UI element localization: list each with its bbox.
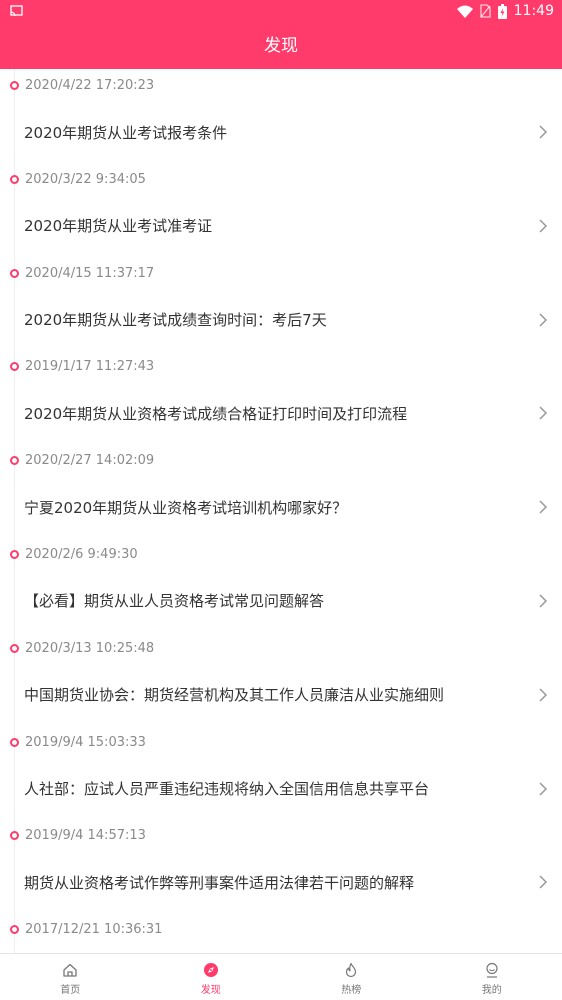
timeline-dot [10, 175, 19, 184]
timeline-dot [10, 456, 19, 465]
entry-date: 2020/2/27 14:02:09 [25, 453, 154, 468]
article-title: 人社部：应试人员严重违纪违规将纳入全国信用信息共享平台 [24, 778, 538, 799]
timeline-dot [10, 81, 19, 90]
article-row[interactable]: 期货从业资格考试作弊等刑事案件适用法律若干问题的解释 [14, 855, 562, 909]
cast-icon [10, 5, 23, 17]
timeline-dot [10, 644, 19, 653]
entry-date: 2020/2/6 9:49:30 [25, 547, 138, 562]
article-title: 2020年期货从业考试报考条件 [24, 122, 538, 143]
timeline-entry: 2020/4/15 11:37:17 2020年期货从业考试成绩查询时间：考后7天 [0, 257, 562, 351]
tab-label: 热榜 [341, 981, 361, 996]
compass-icon [203, 962, 219, 978]
article-row[interactable]: 【必看】期货从业人员资格考试常见问题解答 [14, 574, 562, 628]
tab-home[interactable]: 首页 [0, 954, 141, 1000]
article-title: 2020年期货从业考试准考证 [24, 215, 538, 236]
entry-date: 2020/4/22 17:20:23 [25, 78, 154, 93]
entry-date: 2020/4/15 11:37:17 [25, 266, 154, 281]
article-row[interactable]: 2020年期货从业考试报考条件 [14, 105, 562, 159]
article-row[interactable]: 宁夏2020年期货从业资格考试培训机构哪家好？ [14, 480, 562, 534]
entry-date: 2020/3/13 10:25:48 [25, 641, 154, 656]
timeline-dot [10, 831, 19, 840]
timeline-entry: 2020/3/22 9:34:05 2020年期货从业考试准考证 [0, 163, 562, 257]
article-row[interactable]: 2020年期货从业资格考试成绩合格证打印时间及打印流程 [14, 386, 562, 440]
tab-label: 发现 [201, 981, 221, 996]
timeline-entry: 2020/2/27 14:02:09 宁夏2020年期货从业资格考试培训机构哪家好… [0, 444, 562, 538]
article-title: 中国期货业协会：期货经营机构及其工作人员廉洁从业实施细则 [24, 684, 538, 705]
timeline-entry: 2019/9/4 14:57:13 期货从业资格考试作弊等刑事案件适用法律若干问题… [0, 819, 562, 913]
battery-charging-icon [498, 4, 507, 19]
tab-label: 我的 [482, 981, 502, 996]
article-row[interactable]: 人社部：应试人员严重违纪违规将纳入全国信用信息共享平台 [14, 762, 562, 816]
home-icon [62, 962, 78, 978]
article-title: 宁夏2020年期货从业资格考试培训机构哪家好？ [24, 497, 538, 518]
chevron-right-icon [538, 312, 548, 328]
article-title: 期货从业资格考试作弊等刑事案件适用法律若干问题的解释 [24, 872, 538, 893]
timeline-dot [10, 362, 19, 371]
timeline-list[interactable]: 2020/4/22 17:20:23 2020年期货从业考试报考条件 2020/3/… [0, 69, 562, 953]
article-row[interactable]: 2020年期货从业考试准考证 [14, 199, 562, 253]
timeline-entry: 2017/12/21 10:36:31 [0, 913, 562, 953]
timeline-dot [10, 269, 19, 278]
no-sim-icon [480, 4, 491, 18]
article-title: 2020年期货从业资格考试成绩合格证打印时间及打印流程 [24, 403, 538, 424]
entry-date: 2020/3/22 9:34:05 [25, 172, 146, 187]
chevron-right-icon [538, 405, 548, 421]
timeline-entry: 2020/2/6 9:49:30 【必看】期货从业人员资格考试常见问题解答 [0, 538, 562, 632]
chevron-right-icon [538, 593, 548, 609]
timeline-dot [10, 925, 19, 934]
article-title: 【必看】期货从业人员资格考试常见问题解答 [24, 590, 538, 611]
entry-date: 2019/1/17 11:27:43 [25, 359, 154, 374]
article-row[interactable]: 中国期货业协会：期货经营机构及其工作人员廉洁从业实施细则 [14, 668, 562, 722]
flame-icon [343, 962, 359, 978]
tab-label: 首页 [60, 981, 80, 996]
timeline-entry: 2020/4/22 17:20:23 2020年期货从业考试报考条件 [0, 69, 562, 163]
page-title: 发现 [0, 24, 562, 69]
wifi-icon [457, 5, 473, 18]
tab-hot[interactable]: 热榜 [281, 954, 422, 1000]
timeline-entry: 2019/1/17 11:27:43 2020年期货从业资格考试成绩合格证打印时间… [0, 350, 562, 444]
chevron-right-icon [538, 218, 548, 234]
chevron-right-icon [538, 499, 548, 515]
timeline-entry: 2019/9/4 15:03:33 人社部：应试人员严重违纪违规将纳入全国信用信息… [0, 726, 562, 820]
entry-date: 2019/9/4 15:03:33 [25, 735, 146, 750]
timeline-entry: 2020/3/13 10:25:48 中国期货业协会：期货经营机构及其工作人员廉洁… [0, 632, 562, 726]
article-title: 2020年期货从业考试成绩查询时间：考后7天 [24, 309, 538, 330]
article-row[interactable]: 2020年期货从业考试成绩查询时间：考后7天 [14, 293, 562, 347]
chevron-right-icon [538, 124, 548, 140]
chevron-right-icon [538, 781, 548, 797]
tab-mine[interactable]: 我的 [422, 954, 562, 1000]
entry-date: 2019/9/4 14:57:13 [25, 828, 146, 843]
tab-discover[interactable]: 发现 [141, 954, 282, 1000]
bottom-tab-bar: 首页 发现 热榜 我的 [0, 953, 562, 1000]
clock: 11:49 [514, 3, 554, 19]
timeline-dot [10, 738, 19, 747]
entry-date: 2017/12/21 10:36:31 [25, 922, 162, 937]
user-icon [484, 962, 500, 978]
status-bar: 11:49 [0, 0, 562, 24]
chevron-right-icon [538, 687, 548, 703]
chevron-right-icon [538, 874, 548, 890]
timeline-dot [10, 550, 19, 559]
